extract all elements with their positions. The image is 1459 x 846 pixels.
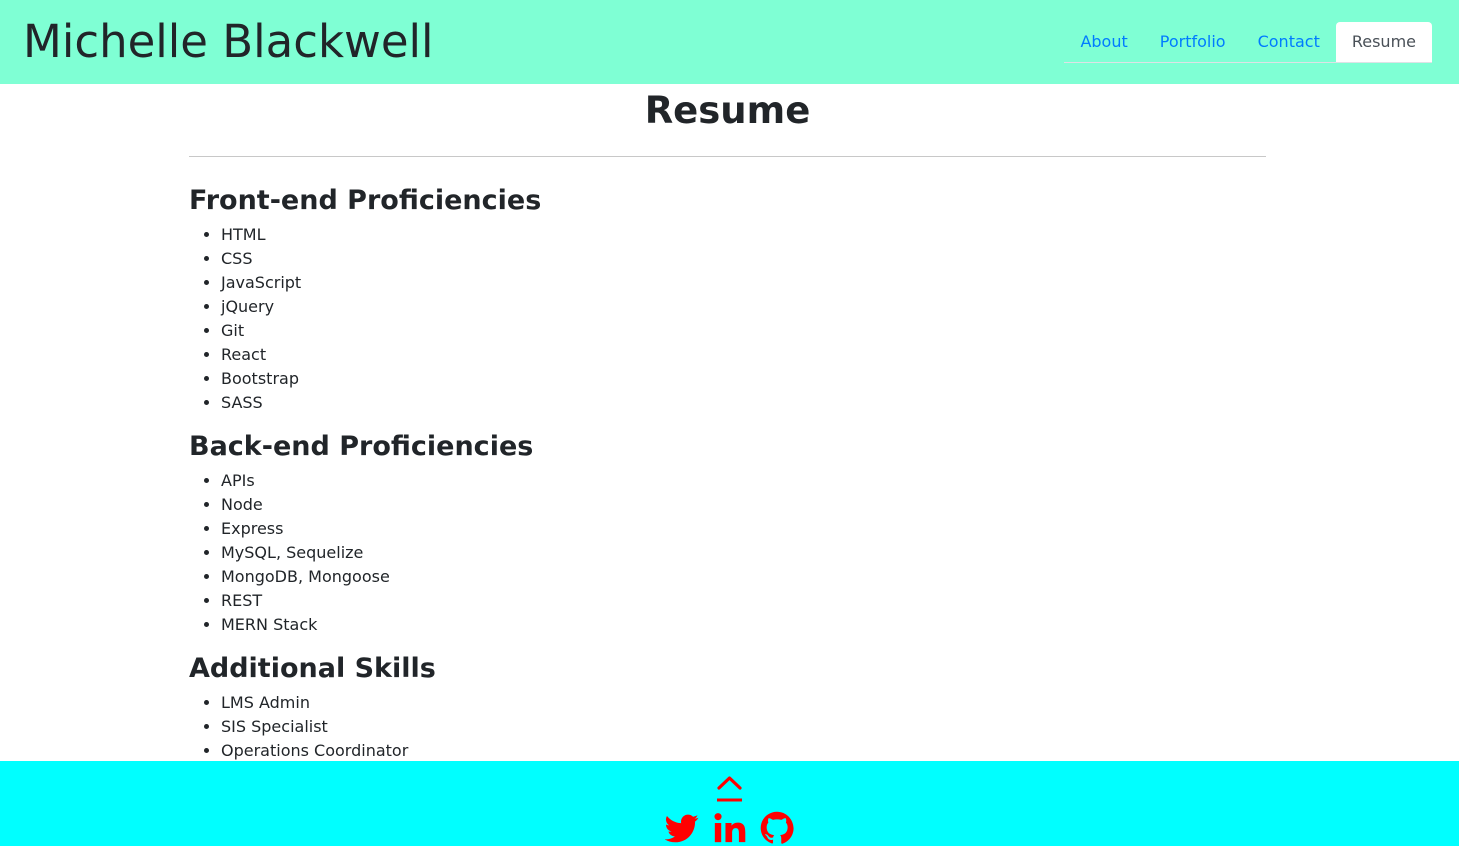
resume-content: Resume Front-end Proficiencies HTML CSS … xyxy=(189,84,1266,763)
list-item: Operations Coordinator xyxy=(221,739,1266,763)
nav-tab-resume[interactable]: Resume xyxy=(1335,22,1432,62)
linkedin-icon[interactable] xyxy=(712,811,746,845)
list-item: HTML xyxy=(221,223,1266,247)
list-item: LMS Admin xyxy=(221,691,1266,715)
list-item: APIs xyxy=(221,469,1266,493)
site-header: Michelle Blackwell About Portfolio Conta… xyxy=(0,0,1459,84)
front-end-list: HTML CSS JavaScript jQuery Git React Boo… xyxy=(189,223,1266,415)
list-item: React xyxy=(221,343,1266,367)
list-item: SASS xyxy=(221,391,1266,415)
site-footer xyxy=(0,761,1459,846)
back-end-section: Back-end Proficiencies APIs Node Express… xyxy=(189,429,1266,637)
page-title: Resume xyxy=(644,89,811,132)
front-end-section: Front-end Proficiencies HTML CSS JavaScr… xyxy=(189,183,1266,415)
nav-tab-about[interactable]: About xyxy=(1064,22,1143,62)
section-title-front-end: Front-end Proficiencies xyxy=(189,185,542,216)
list-item: jQuery xyxy=(221,295,1266,319)
list-item: Bootstrap xyxy=(221,367,1266,391)
list-item: SIS Specialist xyxy=(221,715,1266,739)
github-icon[interactable] xyxy=(760,811,794,845)
brand-name: Michelle Blackwell xyxy=(23,15,434,68)
list-item: CSS xyxy=(221,247,1266,271)
list-item: MySQL, Sequelize xyxy=(221,541,1266,565)
list-item: REST xyxy=(221,589,1266,613)
list-item: MongoDB, Mongoose xyxy=(221,565,1266,589)
nav-tab-contact[interactable]: Contact xyxy=(1242,22,1336,62)
list-item: Express xyxy=(221,517,1266,541)
nav-tabs: About Portfolio Contact Resume xyxy=(1064,22,1432,63)
section-title-back-end: Back-end Proficiencies xyxy=(189,431,534,462)
additional-skills-list: LMS Admin SIS Specialist Operations Coor… xyxy=(189,691,1266,763)
list-item: MERN Stack xyxy=(221,613,1266,637)
title-divider xyxy=(189,156,1266,157)
list-item: JavaScript xyxy=(221,271,1266,295)
section-title-additional: Additional Skills xyxy=(189,653,436,684)
list-item: Node xyxy=(221,493,1266,517)
nav-tab-portfolio[interactable]: Portfolio xyxy=(1144,22,1242,62)
chevron-up-icon[interactable] xyxy=(716,775,743,803)
list-item: Git xyxy=(221,319,1266,343)
twitter-icon[interactable] xyxy=(665,811,699,845)
back-end-list: APIs Node Express MySQL, Sequelize Mongo… xyxy=(189,469,1266,637)
additional-skills-section: Additional Skills LMS Admin SIS Speciali… xyxy=(189,651,1266,763)
